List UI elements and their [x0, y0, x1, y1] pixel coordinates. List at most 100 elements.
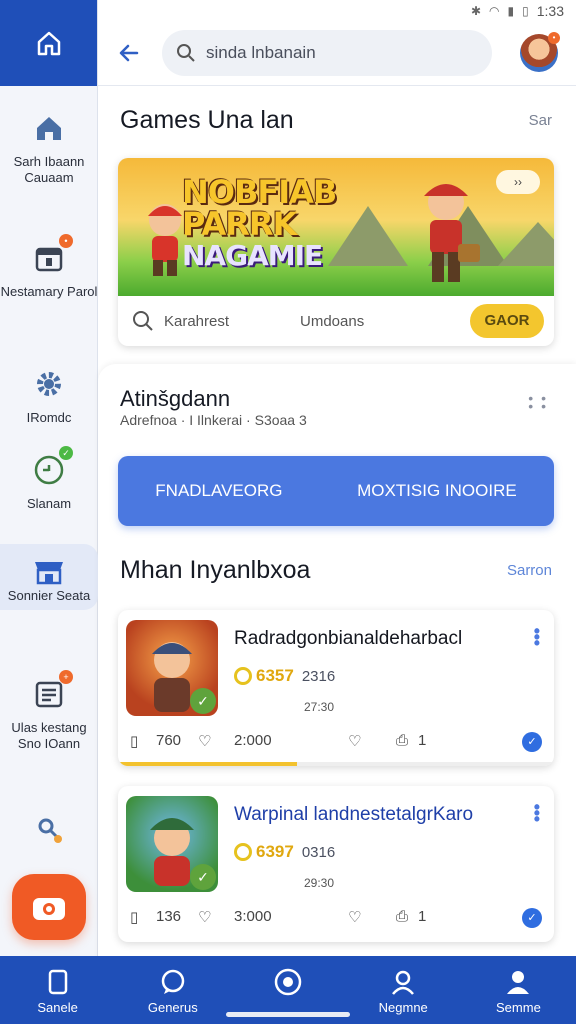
verified-icon: ✓ — [522, 908, 542, 928]
coin-icon — [234, 667, 252, 685]
home-indicator — [226, 1012, 350, 1017]
featured-game-card[interactable]: NOBFIAB PARRK NAGAMIE ›› Karahrest Umdoa… — [118, 158, 554, 346]
home-icon — [31, 110, 67, 146]
bookmark-icon — [44, 968, 72, 996]
game-duration: 27:30 — [304, 700, 335, 714]
rail-item-calendar[interactable]: • Nestamary Parol — [0, 234, 98, 300]
notification-badge: ✓ — [59, 446, 73, 460]
navigation-rail: Sarh Ibaann Cauaam • Nestamary Parol IRo… — [0, 0, 98, 956]
more-options-icon[interactable]: • • • — [534, 622, 540, 652]
game-title: Radradgonbianaldeharbacl — [234, 628, 463, 649]
rail-home-button[interactable] — [0, 0, 97, 86]
game-card[interactable]: ✓ Warpinal landnestetalgrKaro • • • 6397 0… — [118, 786, 554, 942]
check-icon: ✓ — [190, 864, 216, 890]
section-title-list: Mhan Inyanlbxoa — [120, 556, 311, 584]
stat-value: 1 — [418, 908, 427, 925]
tools-icon — [31, 812, 67, 848]
store-icon — [31, 556, 67, 586]
avatar[interactable]: • — [520, 32, 560, 72]
heart-icon[interactable]: ♡ — [348, 908, 361, 926]
square-icon: ▯ — [130, 909, 139, 926]
stat-value: 136 — [156, 908, 182, 925]
person-outline-icon — [389, 968, 417, 996]
nav-item-account[interactable]: Semme — [461, 956, 576, 1024]
game-stats: ▯ 136 ♡ 3:000 ♡ ⎙ 1 — [118, 908, 554, 932]
search-text: sinda lnbanain — [206, 43, 316, 62]
rail-item-label: Sarh Ibaann Cauaam — [13, 154, 85, 185]
gear-icon — [31, 366, 67, 402]
back-button[interactable] — [116, 40, 142, 66]
camera-fab-button[interactable] — [12, 874, 86, 940]
nav-label: Sanele — [37, 1000, 78, 1015]
calendar-icon: • — [31, 234, 73, 276]
target-icon — [274, 968, 302, 996]
chat-icon: ✓ — [31, 446, 73, 488]
more-options-icon[interactable]: • • • — [534, 798, 540, 828]
banner-action-pill[interactable]: ›› — [496, 170, 540, 194]
status-time: 1:33 — [536, 3, 564, 19]
nav-item-profile-outline[interactable]: Negmne — [346, 956, 461, 1024]
nav-label: Negmne — [378, 1000, 428, 1015]
nav-label: Generus — [147, 1000, 198, 1015]
cta-right-label: MOXTISIG INOOIRE — [357, 481, 517, 500]
square-icon: ▯ — [130, 733, 139, 750]
panel-subtitle: Adrefnoa · I Ilnkerai · S3oaa 3 — [120, 412, 307, 428]
status-bar: ✱ ◠ ▮ ▯ 1:33 — [98, 0, 576, 22]
bluetooth-icon: ✱ — [470, 4, 482, 18]
game-logo: NOBFIAB PARRK NAGAMIE — [182, 173, 337, 272]
heart-icon[interactable]: ♡ — [198, 732, 211, 750]
notification-badge: • — [59, 234, 73, 248]
check-icon: ✓ — [190, 688, 216, 714]
coin-count: 6397 0316 — [234, 842, 335, 862]
nav-label: Semme — [496, 1000, 541, 1015]
rail-item-tools[interactable] — [0, 812, 98, 856]
game-card[interactable]: ✓ Radradgonbianaldeharbacl • • • 6357 2316… — [118, 610, 554, 766]
chat-bubble-icon — [159, 968, 187, 996]
section-title-games: Games Una lan — [120, 106, 294, 134]
notification-badge: + — [59, 670, 73, 684]
arrow-left-icon — [119, 44, 139, 62]
progress-bar — [118, 762, 554, 766]
signal-icon: ▮ — [507, 4, 515, 18]
rail-item-documents[interactable]: + Ulas kestang Sno IOann — [0, 670, 98, 752]
featured-banner-image: NOBFIAB PARRK NAGAMIE ›› — [118, 158, 554, 296]
drag-handle-icon[interactable]: • • • • — [528, 391, 548, 413]
heart-icon[interactable]: ♡ — [198, 908, 211, 926]
game-duration: 29:30 — [304, 876, 335, 890]
stat-value: 2:000 — [234, 732, 272, 749]
person-icon — [504, 968, 532, 996]
rail-item-settings[interactable]: IRomdc — [0, 366, 98, 426]
search-input[interactable]: sinda lnbanain — [162, 30, 492, 76]
banner-meta: Umdoans — [300, 312, 365, 330]
rail-item-store[interactable]: Sonnier Seata — [0, 544, 98, 610]
see-all-link[interactable]: Sar — [529, 112, 552, 129]
banner-search-label: Karahrest — [164, 312, 230, 330]
primary-action-button[interactable]: FNADLAVEORG MOXTISIG INOOIRE — [118, 456, 554, 526]
game-stats: ▯ 760 ♡ 2:000 ♡ ⎙ 1 — [118, 732, 554, 756]
share-icon[interactable]: ⎙ — [396, 908, 408, 925]
game-thumbnail: ✓ — [126, 796, 218, 892]
rail-item-label: Nestamary Parol — [0, 284, 98, 299]
rail-item-label: Sonnier Seata — [7, 588, 91, 603]
play-button[interactable]: GAOR — [470, 304, 544, 338]
nav-item-genres[interactable]: Generus — [115, 956, 230, 1024]
wifi-icon: ◠ — [489, 4, 500, 18]
nav-item-saved[interactable]: Sanele — [0, 956, 115, 1024]
heart-icon[interactable]: ♡ — [348, 732, 361, 750]
cta-left-label: FNADLAVEORG — [155, 481, 283, 500]
share-icon[interactable]: ⎙ — [396, 732, 408, 749]
camera-icon — [33, 898, 65, 920]
battery-icon: ▯ — [522, 4, 529, 18]
game-title: Warpinal landnestetalgrKaro — [234, 804, 474, 825]
stat-value: 760 — [156, 732, 182, 749]
rail-item-home[interactable]: Sarh Ibaann Cauaam — [0, 110, 98, 186]
character-illustration — [424, 184, 480, 282]
verified-icon: ✓ — [522, 732, 542, 752]
rail-item-chat[interactable]: ✓ Slanam — [0, 446, 98, 512]
main-content: Games Una lan Sar NOBFIAB PARRK NAGAMIE … — [98, 86, 576, 964]
see-all-link[interactable]: Sarron — [507, 562, 552, 579]
notification-badge: • — [548, 32, 560, 44]
home-icon — [37, 31, 60, 56]
rail-item-label: Ulas kestang Sno IOann — [11, 720, 87, 751]
document-icon: + — [31, 670, 73, 712]
